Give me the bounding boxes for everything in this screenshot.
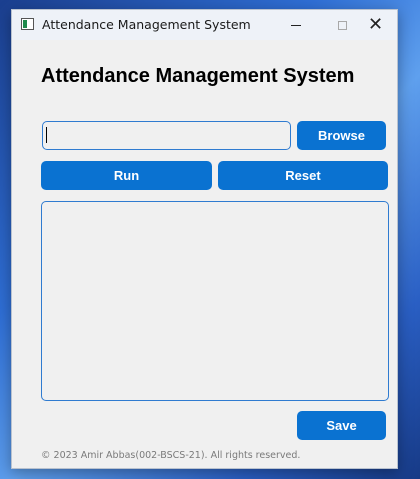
close-icon: ✕ bbox=[367, 14, 384, 35]
file-path-input[interactable] bbox=[42, 121, 291, 150]
browse-button[interactable]: Browse bbox=[297, 121, 386, 150]
window-title: Attendance Management System bbox=[42, 17, 251, 32]
output-text-area[interactable] bbox=[41, 201, 389, 401]
footer-copyright: © 2023 Amir Abbas(002-BSCS-21). All righ… bbox=[41, 450, 301, 461]
save-button[interactable]: Save bbox=[297, 411, 386, 440]
maximize-icon bbox=[337, 20, 347, 30]
app-window-icon bbox=[21, 18, 34, 30]
minimize-icon bbox=[291, 24, 301, 26]
close-button[interactable]: ✕ bbox=[353, 10, 398, 40]
page-title: Attendance Management System bbox=[41, 65, 355, 87]
text-caret bbox=[46, 127, 47, 143]
run-button[interactable]: Run bbox=[41, 161, 212, 190]
title-bar[interactable]: Attendance Management System ✕ bbox=[12, 10, 397, 40]
minimize-button[interactable] bbox=[273, 10, 319, 40]
app-window: Attendance Management System ✕ Attendanc… bbox=[11, 9, 398, 469]
reset-button[interactable]: Reset bbox=[218, 161, 388, 190]
